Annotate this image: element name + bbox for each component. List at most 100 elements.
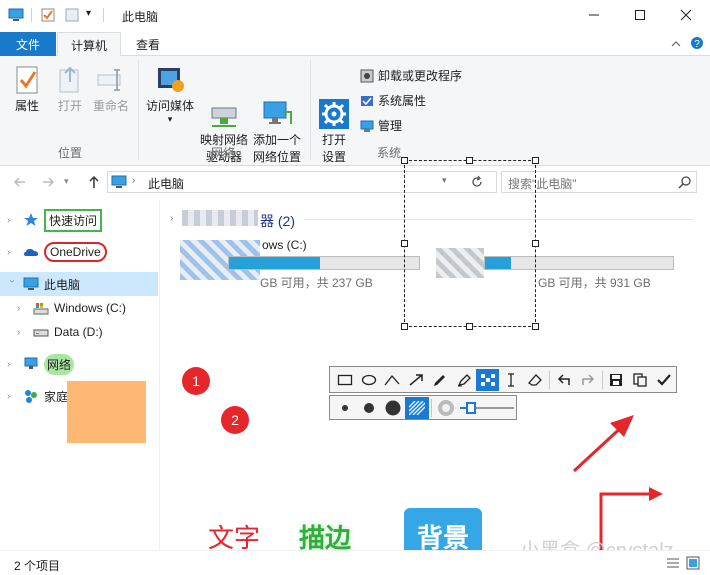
tab-file[interactable]: 文件	[0, 32, 56, 56]
large-size-dot-icon[interactable]	[381, 397, 405, 419]
maximize-button[interactable]	[617, 0, 663, 30]
chevron-right-icon[interactable]: ›	[7, 247, 17, 258]
chevron-right-icon[interactable]: ›	[7, 215, 17, 226]
breadcrumb[interactable]: 此电脑	[148, 175, 184, 192]
chevron-right-icon[interactable]: ›	[17, 303, 27, 314]
manage-button[interactable]: 管理	[360, 117, 402, 134]
collapse-ribbon-icon[interactable]	[670, 38, 682, 50]
up-arrow-icon[interactable]	[86, 174, 102, 190]
resize-handle[interactable]	[466, 157, 473, 164]
resize-handle[interactable]	[401, 157, 408, 164]
access-media-button[interactable]: 访问媒体 ▾	[144, 64, 196, 124]
medium-size-dot-icon[interactable]	[357, 397, 381, 419]
sidebar-item-network[interactable]: › 网络	[0, 352, 158, 376]
properties-label: 属性	[14, 99, 39, 113]
resize-handle[interactable]	[532, 240, 539, 247]
resize-handle[interactable]	[532, 157, 539, 164]
status-bar: 2 个项目	[0, 550, 710, 575]
highlighter-tool-icon[interactable]	[452, 369, 476, 391]
chevron-down-icon[interactable]: ›	[7, 279, 18, 289]
tab-computer[interactable]: 计算机	[57, 32, 121, 57]
back-arrow-icon[interactable]	[12, 174, 28, 190]
breadcrumb-chevron-icon[interactable]: ›	[132, 175, 135, 186]
drive-d-free-text: GB 可用，共 931 GB	[538, 276, 651, 290]
resize-handle[interactable]	[532, 323, 539, 330]
blur-icon[interactable]	[434, 397, 458, 419]
open-icon	[54, 64, 86, 96]
sidebar-item-label: Data (D:)	[54, 325, 103, 339]
polyline-tool-icon[interactable]	[381, 369, 405, 391]
rectangle-tool-icon[interactable]	[333, 369, 357, 391]
sidebar-item-this-pc[interactable]: › 此电脑	[0, 272, 158, 296]
rename-label: 重命名	[92, 99, 129, 113]
slider-thumb[interactable]	[466, 401, 476, 414]
gear-icon	[318, 81, 350, 129]
close-button[interactable]	[663, 0, 709, 30]
help-icon[interactable]: ?	[690, 36, 704, 50]
chevron-right-icon[interactable]: ›	[7, 359, 17, 370]
sidebar-item-data-d[interactable]: › Data (D:)	[0, 320, 158, 344]
pen-tool-icon[interactable]	[428, 369, 452, 391]
section-header[interactable]: 器 (2)	[260, 211, 295, 231]
chevron-down-icon: ▾	[167, 114, 173, 124]
open-settings-button[interactable]: 打开 设置	[316, 64, 352, 166]
sidebar-item-onedrive[interactable]: › OneDrive	[0, 240, 158, 264]
forward-arrow-icon[interactable]	[40, 174, 56, 190]
sidebar-item-quick-access[interactable]: › 快速访问	[0, 208, 158, 232]
add-network-location-button[interactable]: 添加一个 网络位置	[252, 64, 302, 166]
svg-text:?: ?	[694, 39, 700, 50]
large-icons-view-icon[interactable]	[686, 556, 700, 570]
minimize-button[interactable]	[571, 0, 617, 30]
add-network-location-label: 添加一个 网络位置	[252, 133, 301, 164]
quick-access-dropdown[interactable]: ▾	[86, 8, 91, 19]
section-collapse-chevron-icon[interactable]: ›	[170, 213, 173, 224]
computer-icon[interactable]	[8, 7, 24, 23]
group-label-system: 系统	[377, 146, 402, 160]
resize-handle[interactable]	[466, 323, 473, 330]
navigation-pane: › 快速访问 › OneDrive › 此电脑 › Windows (C:) ›…	[0, 200, 160, 550]
tab-view[interactable]: 查看	[122, 32, 174, 56]
resize-handle[interactable]	[401, 323, 408, 330]
open-button[interactable]: 打开	[52, 64, 88, 115]
resize-handle[interactable]	[401, 240, 408, 247]
undo-icon[interactable]	[552, 369, 576, 391]
save-icon[interactable]	[605, 369, 629, 391]
sidebar-item-windows-c[interactable]: › Windows (C:)	[0, 296, 158, 320]
item-count: 2 个项目	[14, 559, 61, 573]
redo-icon[interactable]	[576, 369, 600, 391]
drive-c-usage-fill	[229, 257, 321, 269]
rename-button[interactable]: 重命名	[92, 64, 130, 115]
confirm-check-icon[interactable]	[652, 369, 676, 391]
copy-icon[interactable]	[628, 369, 652, 391]
strength-slider[interactable]	[458, 398, 516, 418]
open-settings-label: 打开 设置	[321, 133, 346, 164]
recent-locations-chevron-icon[interactable]: ▾	[64, 176, 69, 187]
divider	[601, 370, 603, 389]
chevron-right-icon[interactable]: ›	[17, 327, 27, 338]
eraser-tool-icon[interactable]	[523, 369, 547, 391]
divider	[31, 8, 32, 22]
drive-c-label[interactable]: ows (C:)	[262, 238, 307, 252]
ellipse-tool-icon[interactable]	[357, 369, 381, 391]
group-label-location: 位置	[58, 146, 83, 160]
system-properties-check-icon	[361, 95, 373, 106]
system-properties-button[interactable]: 系统属性	[360, 92, 426, 109]
mosaic-blur	[182, 210, 258, 226]
properties-check-icon[interactable]	[40, 7, 56, 23]
small-size-dot-icon[interactable]	[333, 397, 357, 419]
arrow-tool-icon[interactable]	[404, 369, 428, 391]
drive-icon	[33, 329, 49, 337]
mosaic-tool-icon[interactable]	[475, 368, 500, 391]
chevron-right-icon[interactable]: ›	[7, 391, 17, 402]
properties-button[interactable]: 属性	[8, 64, 46, 115]
open-label: 打开	[57, 99, 82, 113]
homegroup-icon	[25, 390, 37, 403]
group-divider	[310, 60, 311, 160]
new-folder-icon[interactable]	[64, 7, 80, 23]
text-tool-icon[interactable]	[499, 369, 523, 391]
search-icon[interactable]	[678, 175, 692, 189]
uninstall-program-button[interactable]: 卸载或更改程序	[360, 67, 462, 84]
capture-selection-rectangle[interactable]	[404, 160, 536, 327]
mosaic-pattern-icon[interactable]	[405, 396, 429, 419]
details-view-icon[interactable]	[666, 557, 680, 569]
